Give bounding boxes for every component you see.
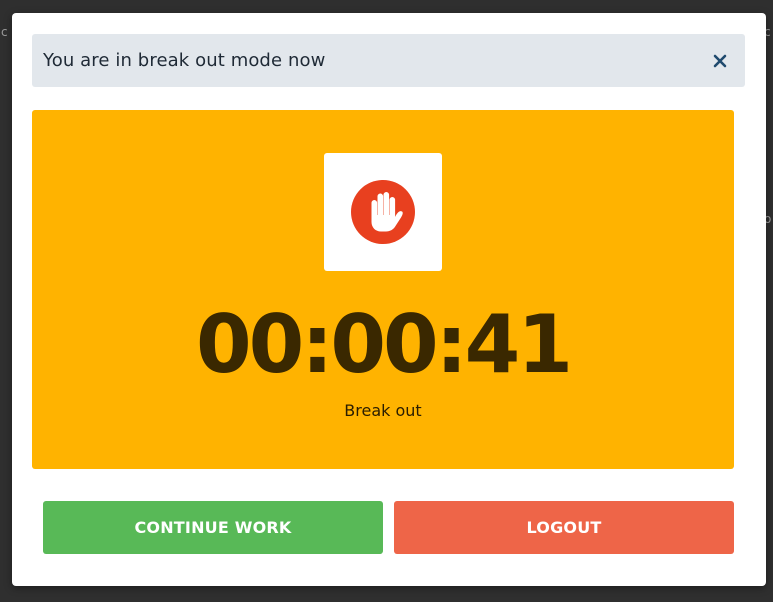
break-timer: 00:00:41 — [196, 298, 573, 391]
break-mode-dialog: You are in break out mode now 00:00:41 B… — [12, 13, 766, 586]
close-icon — [713, 54, 727, 67]
stop-hand-icon — [351, 180, 415, 244]
status-icon-card — [324, 153, 442, 271]
dialog-header: You are in break out mode now — [32, 34, 745, 87]
close-button[interactable] — [707, 48, 733, 74]
logout-button[interactable]: LOGOUT — [394, 501, 734, 554]
background-text-fragment: c — [1, 25, 8, 39]
dialog-title: You are in break out mode now — [43, 50, 326, 71]
break-status-panel: 00:00:41 Break out — [32, 110, 734, 469]
continue-work-button[interactable]: CONTINUE WORK — [43, 501, 383, 554]
break-status-label: Break out — [344, 401, 422, 420]
